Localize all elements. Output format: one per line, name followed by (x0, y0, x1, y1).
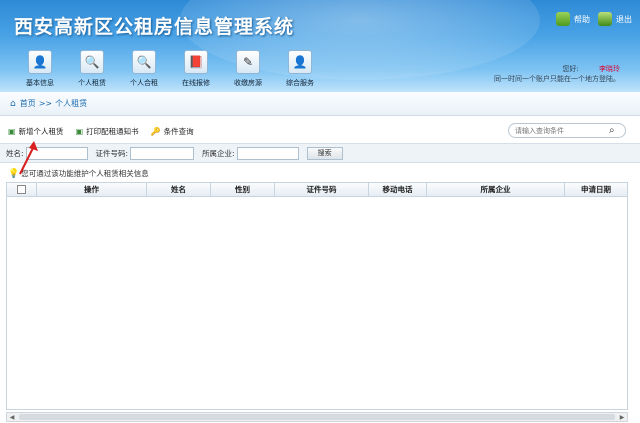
data-grid: 操作 姓名 性别 证件号码 移动电话 所属企业 申请日期 (6, 182, 628, 410)
breadcrumb: ⌂ 首页 >> 个人租赁 (0, 92, 640, 116)
nav-item-label: 个人租赁 (78, 79, 106, 87)
condition-query-button[interactable]: 🔑 条件查询 (151, 126, 194, 137)
column-header[interactable]: 姓名 (147, 183, 211, 196)
nav-item-label: 在线报修 (182, 79, 210, 87)
horizontal-scrollbar[interactable]: ◀ ▶ (6, 412, 628, 422)
nav-item-label: 个人合租 (130, 79, 158, 87)
nav-item-services[interactable]: 👤 综合服务 (274, 50, 326, 88)
condition-query-label: 条件查询 (163, 126, 194, 136)
scroll-thumb[interactable] (19, 414, 615, 420)
print-notice-button[interactable]: ▣ 打印配租通知书 (76, 126, 139, 137)
select-all-checkbox[interactable] (17, 185, 26, 194)
id-filter-input[interactable] (130, 146, 195, 160)
top-links: 帮助 退出 (556, 12, 632, 26)
exit-link[interactable]: 退出 (616, 14, 632, 25)
app-header: 西安高新区公租房信息管理系统 帮助 退出 👤 基本信息 🔍 个人租赁 🔍 个人合… (0, 0, 640, 92)
query-key-icon: 🔑 (150, 126, 161, 136)
exit-icon[interactable] (598, 12, 612, 26)
nav-item-label: 基本信息 (26, 79, 54, 87)
scroll-left-icon[interactable]: ◀ (7, 414, 17, 421)
scroll-right-icon[interactable]: ▶ (617, 414, 627, 421)
print-doc-icon: ▣ (75, 126, 84, 136)
search-button[interactable]: 搜索 (306, 146, 343, 160)
company-filter-label: 所属企业: (202, 148, 235, 158)
nav-item-shared-rent[interactable]: 🔍 个人合租 (118, 50, 170, 88)
breadcrumb-separator: >> (38, 99, 53, 108)
print-notice-label: 打印配租通知书 (86, 126, 139, 136)
column-header[interactable]: 申请日期 (565, 183, 627, 196)
user-greeting: 您好: (562, 65, 579, 73)
nav-item-basic-info[interactable]: 👤 基本信息 (14, 50, 66, 88)
column-header[interactable]: 所属企业 (427, 183, 565, 196)
login-notice: 同一时间一个账户只能在一个地方登陆。 (494, 75, 620, 83)
app-title: 西安高新区公租房信息管理系统 (14, 16, 295, 38)
pencil-doc-icon: ✎ (236, 50, 260, 74)
add-doc-icon: ▣ (8, 126, 16, 136)
help-icon[interactable] (556, 12, 570, 26)
user-name: 李晓玲 (599, 65, 620, 73)
id-filter-label: 证件号码: (95, 148, 129, 158)
nav-item-label: 收缴房源 (234, 79, 262, 87)
help-link[interactable]: 帮助 (574, 14, 590, 25)
nav-item-personal-rent[interactable]: 🔍 个人租赁 (66, 50, 118, 88)
breadcrumb-home[interactable]: 首页 (20, 98, 36, 109)
person-doc-icon: 👤 (288, 50, 312, 74)
column-header[interactable]: 操作 (37, 183, 147, 196)
search-box: ⌕ (508, 123, 626, 138)
column-header[interactable]: 性别 (211, 183, 275, 196)
user-info: 您好: 李晓玲 同一时间一个账户只能在一个地方登陆。 (494, 64, 620, 84)
search-input[interactable] (515, 126, 605, 135)
filter-bar: 姓名: 证件号码: 所属企业: 搜索 (0, 143, 640, 163)
search-icon[interactable]: ⌕ (609, 125, 615, 136)
person-doc-icon: 👤 (28, 50, 52, 74)
nav-item-housing[interactable]: ✎ 收缴房源 (222, 50, 274, 88)
nav-item-repair[interactable]: 📕 在线报修 (170, 50, 222, 88)
nav-item-label: 综合服务 (286, 79, 314, 87)
search-person-icon: 🔍 (132, 50, 156, 74)
main-nav: 👤 基本信息 🔍 个人租赁 🔍 个人合租 📕 在线报修 ✎ 收缴房源 👤 综合服… (14, 50, 326, 88)
column-header[interactable]: 证件号码 (275, 183, 369, 196)
select-all-cell (7, 183, 37, 196)
table-header: 操作 姓名 性别 证件号码 移动电话 所属企业 申请日期 (7, 183, 627, 197)
breadcrumb-current: 个人租赁 (55, 99, 88, 108)
add-rental-label: 新增个人租赁 (18, 126, 64, 136)
add-rental-button[interactable]: ▣ 新增个人租赁 (8, 126, 64, 137)
home-icon[interactable]: ⌂ (10, 99, 16, 109)
column-header[interactable]: 移动电话 (369, 183, 427, 196)
search-person-icon: 🔍 (80, 50, 104, 74)
book-icon: 📕 (184, 50, 208, 74)
annotation-arrow-icon (19, 141, 38, 175)
company-filter-input[interactable] (236, 146, 299, 160)
